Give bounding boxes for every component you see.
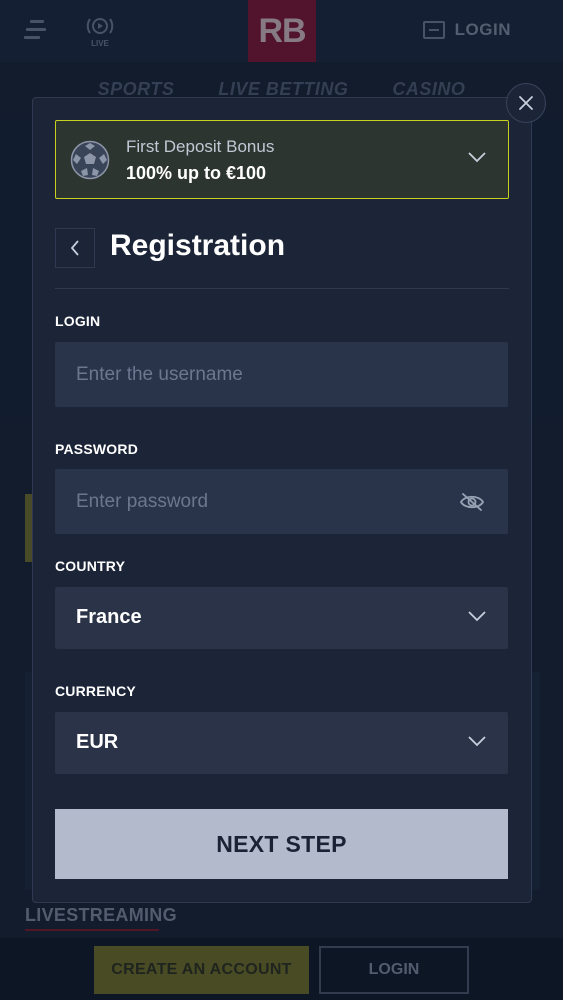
live-broadcast-icon[interactable]: LIVE (84, 14, 116, 48)
livestreaming-underline (25, 929, 159, 931)
chevron-down-icon (468, 736, 486, 747)
close-button[interactable] (506, 83, 546, 123)
footer-login-button[interactable]: LOGIN (319, 946, 469, 994)
brand-logo[interactable]: RB (248, 0, 316, 62)
first-deposit-bonus-selector[interactable]: First Deposit Bonus 100% up to €100 (55, 120, 509, 199)
username-input[interactable] (55, 342, 508, 407)
header-login-button[interactable]: LOGIN (422, 20, 511, 40)
toggle-password-visibility-button[interactable] (457, 489, 487, 515)
login-label: LOGIN (55, 313, 101, 329)
country-value: France (76, 606, 142, 628)
country-label: COUNTRY (55, 558, 126, 574)
soccer-ball-icon (70, 140, 110, 180)
page-title: Registration (110, 229, 286, 262)
logo-text: RB (258, 11, 306, 50)
bonus-title: First Deposit Bonus (126, 137, 275, 156)
chevron-down-icon (468, 611, 486, 622)
currency-select[interactable]: EUR (55, 712, 508, 774)
livestreaming-heading: LIVESTREAMING (25, 905, 177, 925)
password-input[interactable] (55, 469, 508, 534)
currency-label: CURRENCY (55, 683, 136, 699)
eye-slash-icon (459, 493, 485, 511)
currency-value: EUR (76, 731, 119, 753)
next-step-button[interactable]: NEXT STEP (55, 809, 508, 879)
live-label: LIVE (91, 39, 109, 48)
bonus-amount: 100% up to €100 (126, 163, 267, 183)
hamburger-menu-icon[interactable] (24, 20, 48, 40)
create-account-button[interactable]: CREATE AN ACCOUNT (94, 946, 309, 994)
title-divider (55, 288, 509, 289)
password-label: PASSWORD (55, 441, 139, 457)
header-login-label: LOGIN (454, 20, 511, 39)
top-bar: LIVE RB LOGIN (0, 0, 563, 62)
country-select[interactable]: France (55, 587, 508, 649)
close-icon (519, 96, 533, 110)
chevron-down-icon (468, 152, 486, 163)
back-button[interactable] (55, 228, 95, 268)
chevron-left-icon (70, 240, 79, 256)
login-icon (422, 21, 445, 39)
